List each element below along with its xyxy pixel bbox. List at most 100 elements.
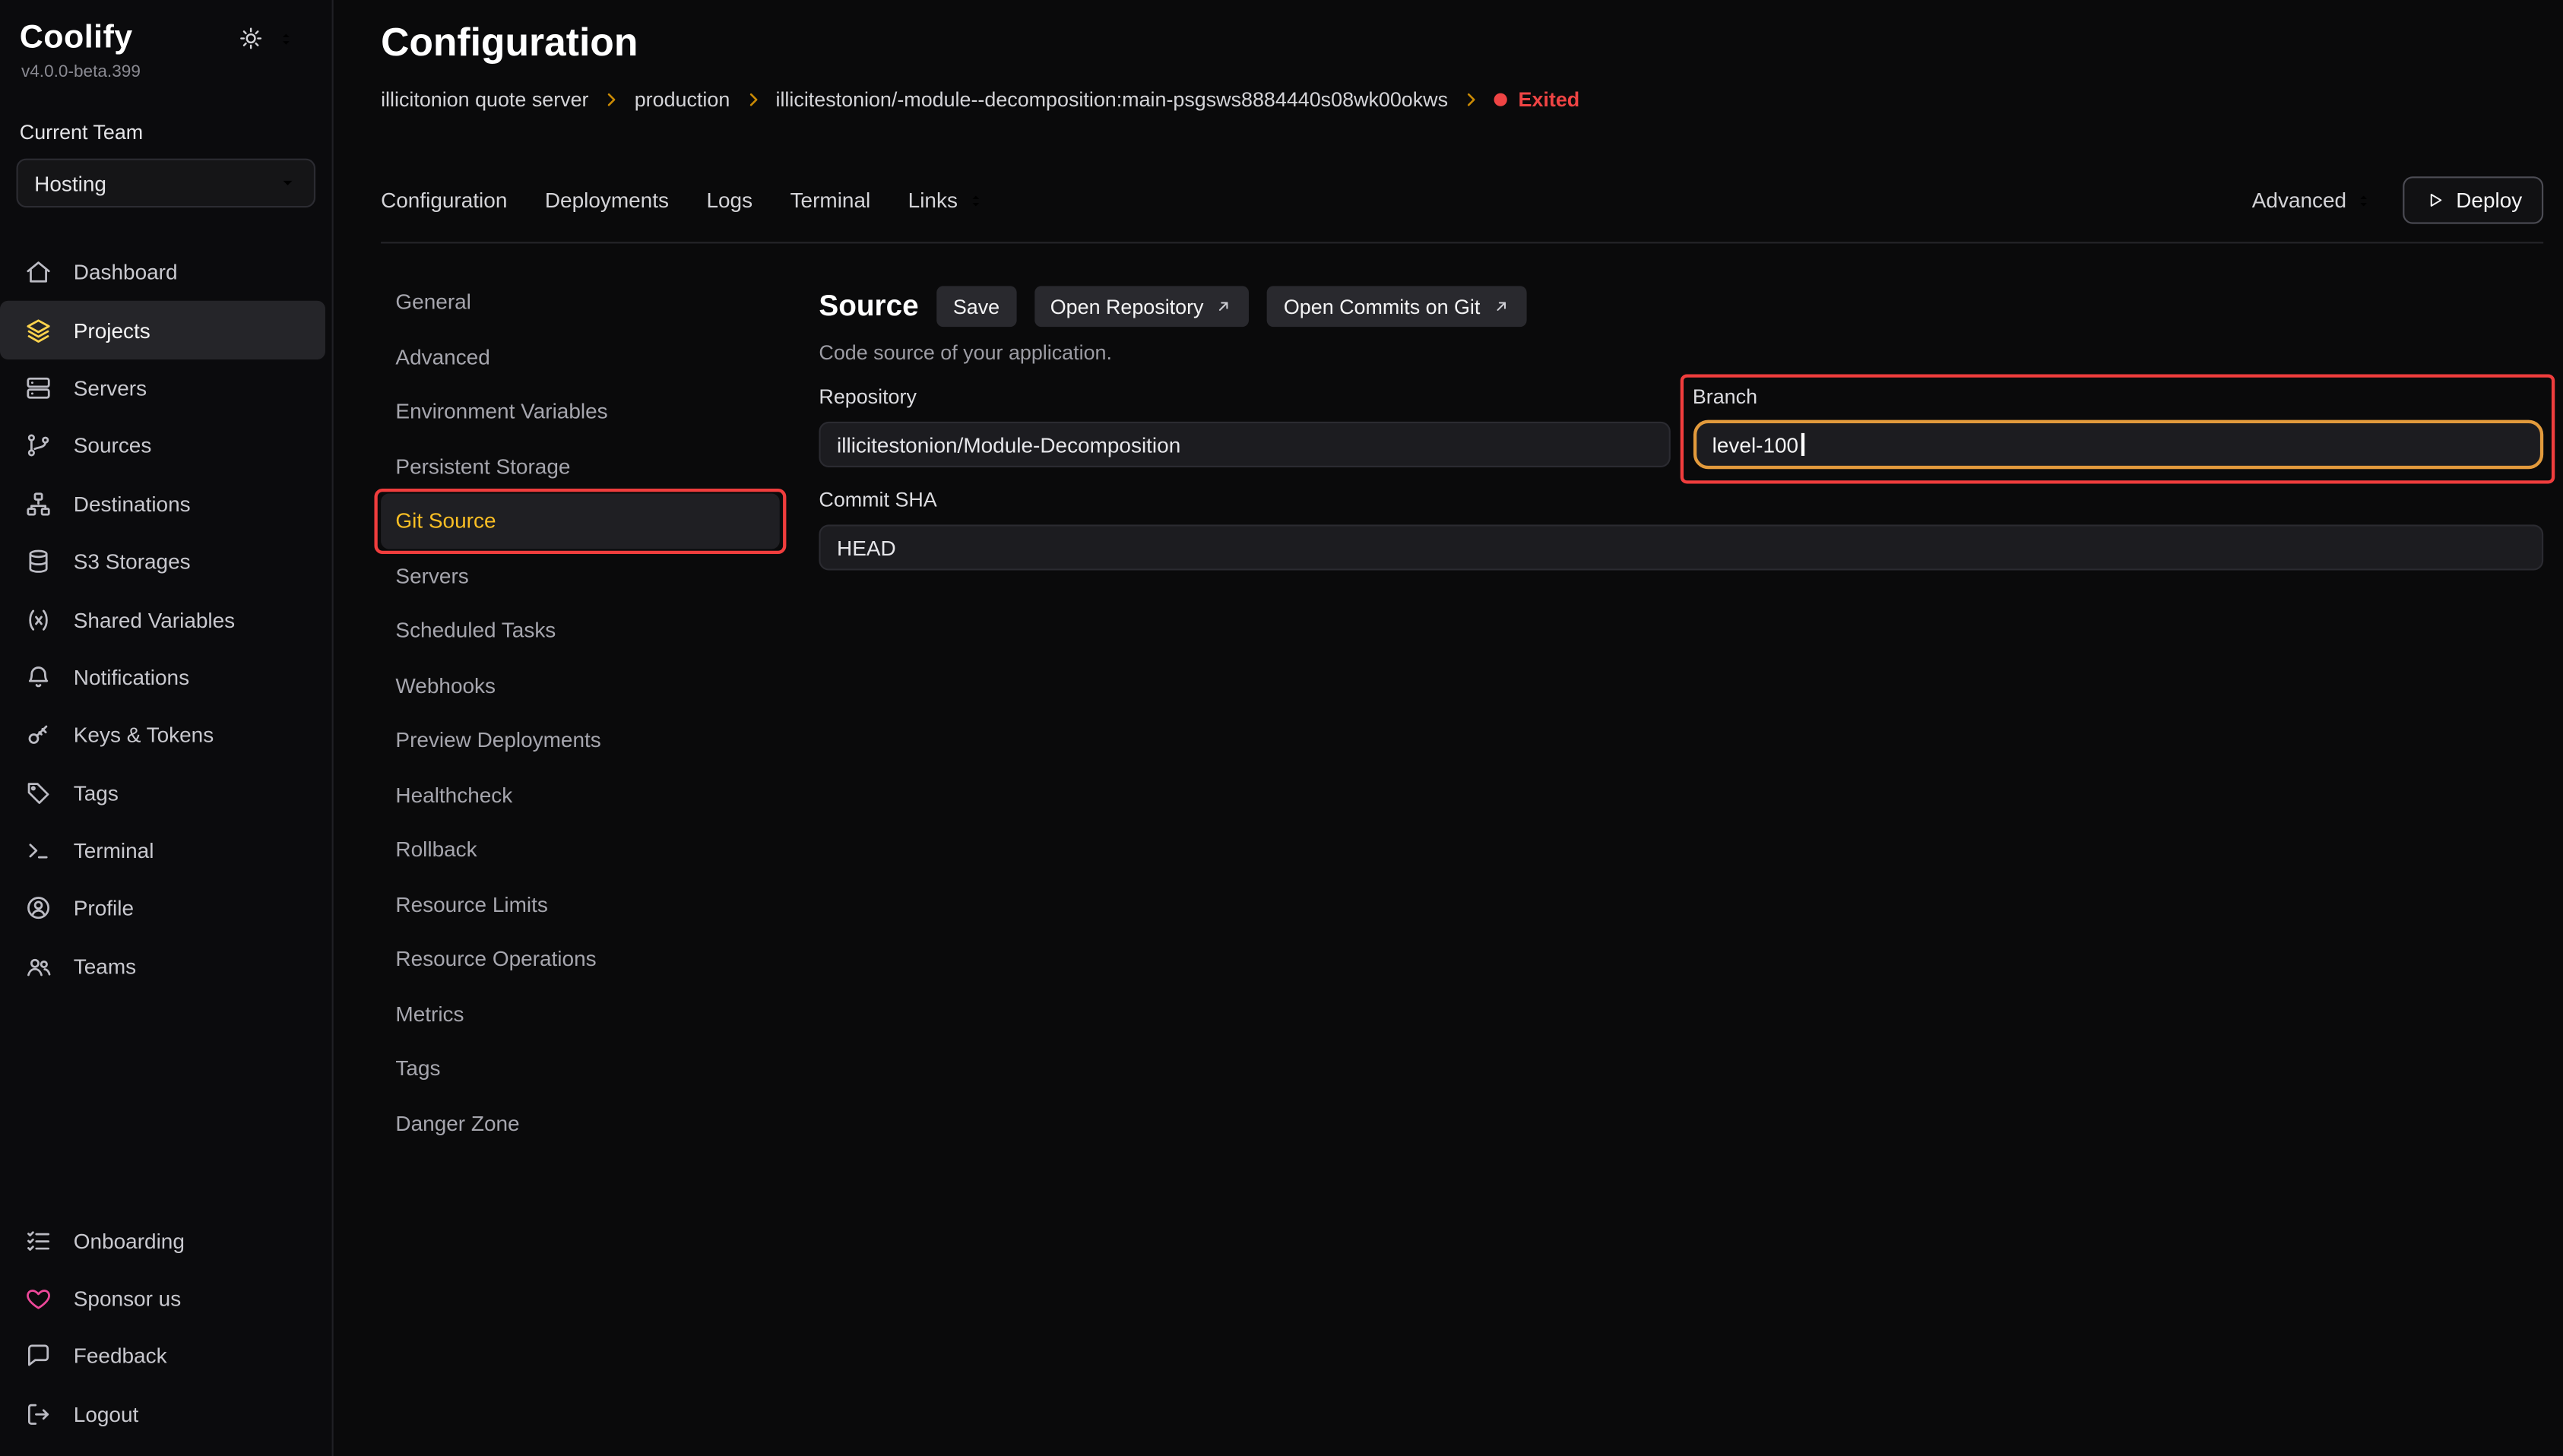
sidebar-item-feedback[interactable]: Feedback xyxy=(0,1328,325,1385)
subnav-item-persistent-storage[interactable]: Persistent Storage xyxy=(381,438,780,493)
commit-sha-input[interactable] xyxy=(819,524,2543,570)
server-icon xyxy=(24,374,52,402)
team-select[interactable]: Hosting xyxy=(17,159,316,208)
sidebar-item-keys-tokens[interactable]: Keys & Tokens xyxy=(0,706,325,764)
settings-subnav: General Advanced Environment Variables P… xyxy=(381,274,780,1456)
open-commits-button[interactable]: Open Commits on Git xyxy=(1267,286,1525,327)
configuration-content: General Advanced Environment Variables P… xyxy=(381,274,2543,1456)
advanced-dropdown[interactable]: Advanced xyxy=(2252,188,2373,212)
tabs: Configuration Deployments Logs Terminal … xyxy=(381,188,985,212)
sidebar-item-label: S3 Storages xyxy=(74,549,191,574)
subnav-item-danger-zone[interactable]: Danger Zone xyxy=(381,1096,780,1151)
sidebar-item-label: Onboarding xyxy=(74,1228,185,1252)
checklist-icon xyxy=(24,1227,52,1255)
subnav-item-servers[interactable]: Servers xyxy=(381,548,780,603)
breadcrumb-project[interactable]: illicitonion quote server xyxy=(381,88,588,111)
subnav-item-resource-operations[interactable]: Resource Operations xyxy=(381,932,780,986)
sidebar-item-shared-variables[interactable]: Shared Variables xyxy=(0,590,325,648)
breadcrumb-application[interactable]: illicitestonion/-module--decomposition:m… xyxy=(775,88,1448,111)
subnav-item-rollback[interactable]: Rollback xyxy=(381,822,780,877)
subnav-item-general[interactable]: General xyxy=(381,274,780,329)
status-badge: Exited xyxy=(1494,88,1579,111)
source-fields: Repository Branch level-100 xyxy=(819,386,2543,470)
sidebar-item-onboarding[interactable]: Onboarding xyxy=(0,1211,325,1269)
subnav-item-tags[interactable]: Tags xyxy=(381,1041,780,1096)
sidebar-item-logout[interactable]: Logout xyxy=(0,1385,325,1443)
terminal-icon xyxy=(24,837,52,865)
tag-icon xyxy=(24,779,52,807)
git-source-panel: Source Save Open Repository Open Commits… xyxy=(819,274,2543,1456)
heart-icon xyxy=(24,1284,52,1312)
sidebar-item-label: Teams xyxy=(74,954,136,979)
database-icon xyxy=(24,548,52,576)
sidebar-item-sponsor[interactable]: Sponsor us xyxy=(0,1270,325,1328)
sidebar-item-dashboard[interactable]: Dashboard xyxy=(0,243,325,301)
main-content: Configuration illicitonion quote server … xyxy=(334,0,2563,1456)
tab-logs[interactable]: Logs xyxy=(706,188,752,212)
sidebar-header: Coolify xyxy=(0,20,332,57)
repository-label: Repository xyxy=(819,386,1669,409)
sidebar-item-label: Terminal xyxy=(74,838,154,863)
play-icon xyxy=(2423,189,2444,210)
tab-terminal[interactable]: Terminal xyxy=(790,188,871,212)
sidebar-item-teams[interactable]: Teams xyxy=(0,938,325,995)
subnav-item-git-source[interactable]: Git Source xyxy=(381,493,780,548)
sidebar-item-sources[interactable]: Sources xyxy=(0,417,325,475)
sidebar-item-terminal[interactable]: Terminal xyxy=(0,822,325,880)
chevron-down-icon xyxy=(278,173,298,193)
open-repository-button[interactable]: Open Repository xyxy=(1034,286,1249,327)
repository-input[interactable] xyxy=(819,422,1669,467)
sidebar-item-label: Tags xyxy=(74,780,119,805)
subnav-item-scheduled-tasks[interactable]: Scheduled Tasks xyxy=(381,603,780,658)
layers-icon xyxy=(24,316,52,344)
commit-sha-field: Commit SHA xyxy=(819,489,2543,571)
subnav-item-resource-limits[interactable]: Resource Limits xyxy=(381,877,780,932)
sidebar-footer: Onboarding Sponsor us Feedback Logout xyxy=(0,1211,332,1442)
theme-toggle[interactable] xyxy=(239,26,312,50)
network-icon xyxy=(24,490,52,518)
branch-input[interactable]: level-100 xyxy=(1693,420,2543,470)
subnav-item-environment-variables[interactable]: Environment Variables xyxy=(381,384,780,438)
repository-field: Repository xyxy=(819,386,1669,470)
sidebar-item-label: Notifications xyxy=(74,665,189,689)
sidebar-item-profile[interactable]: Profile xyxy=(0,880,325,938)
breadcrumb-environment[interactable]: production xyxy=(635,88,730,111)
tabs-row: Configuration Deployments Logs Terminal … xyxy=(381,176,2543,223)
subnav-item-metrics[interactable]: Metrics xyxy=(381,986,780,1041)
divider xyxy=(381,242,2543,243)
toolbar: Advanced Deploy xyxy=(2252,176,2543,223)
sidebar-item-projects[interactable]: Projects xyxy=(0,302,325,359)
save-button[interactable]: Save xyxy=(936,286,1015,327)
deploy-button[interactable]: Deploy xyxy=(2402,176,2543,223)
tab-links[interactable]: Links xyxy=(908,188,986,212)
sidebar-item-servers[interactable]: Servers xyxy=(0,359,325,417)
sidebar-item-label: Keys & Tokens xyxy=(74,723,214,747)
external-link-icon xyxy=(1215,297,1234,315)
branch-field: Branch level-100 xyxy=(1693,386,2543,470)
subnav-item-healthcheck[interactable]: Healthcheck xyxy=(381,768,780,822)
unfold-icon xyxy=(2353,191,2373,210)
status-text: Exited xyxy=(1519,88,1580,111)
sidebar-item-destinations[interactable]: Destinations xyxy=(0,475,325,533)
sidebar-item-notifications[interactable]: Notifications xyxy=(0,648,325,706)
sidebar-item-tags[interactable]: Tags xyxy=(0,764,325,821)
subnav-item-preview-deployments[interactable]: Preview Deployments xyxy=(381,713,780,768)
sidebar-item-label: Sponsor us xyxy=(74,1286,181,1310)
git-branch-icon xyxy=(24,432,52,461)
sidebar-item-label: Servers xyxy=(74,376,147,400)
branch-label: Branch xyxy=(1693,386,2543,409)
chat-icon xyxy=(24,1342,52,1370)
unfold-icon xyxy=(966,191,986,210)
subnav-item-advanced[interactable]: Advanced xyxy=(381,329,780,384)
sidebar-nav: Dashboard Projects Servers Sources Desti… xyxy=(0,243,332,995)
users-icon xyxy=(24,952,52,980)
tab-deployments[interactable]: Deployments xyxy=(545,188,669,212)
sidebar-item-label: Dashboard xyxy=(74,260,178,284)
sidebar-item-s3-storages[interactable]: S3 Storages xyxy=(0,533,325,590)
branch-value: level-100 xyxy=(1712,432,1798,457)
section-title: Source xyxy=(819,290,918,324)
sidebar-item-label: Feedback xyxy=(74,1344,167,1369)
tab-configuration[interactable]: Configuration xyxy=(381,188,507,212)
key-icon xyxy=(24,721,52,749)
subnav-item-webhooks[interactable]: Webhooks xyxy=(381,658,780,713)
